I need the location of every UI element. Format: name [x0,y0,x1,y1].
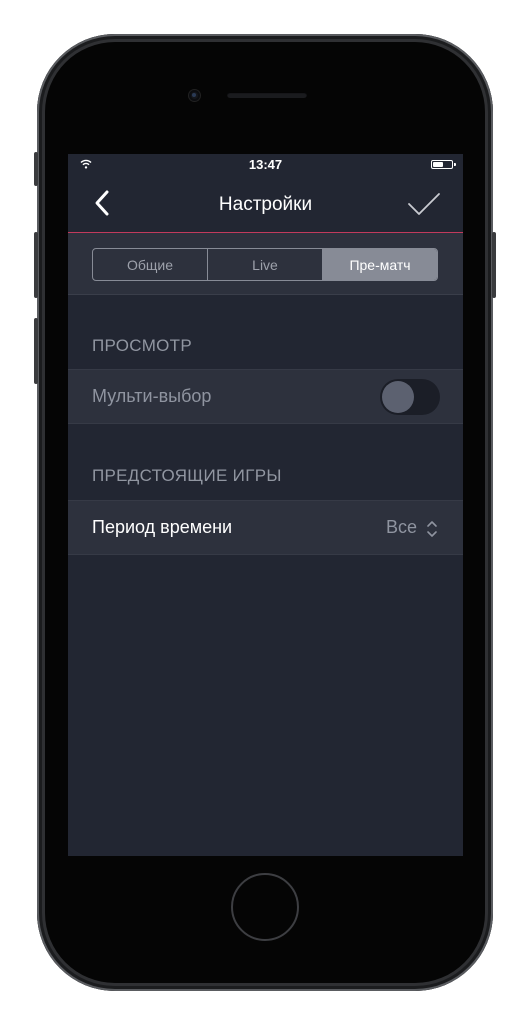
toggle-knob [382,381,414,413]
time-period-value: Все [385,517,417,537]
segmented-control: Общие Live Пре-матч [92,248,438,281]
multi-select-label: Мульти-выбор [92,386,212,406]
section-header-upcoming: ПРЕДСТОЯЩИЕ ИГРЫ [92,466,282,485]
multi-select-toggle[interactable] [380,379,440,415]
status-time: 13:47 [248,157,283,172]
section-header-view: ПРОСМОТР [92,336,193,355]
up-down-chevron-icon [427,521,437,537]
home-button[interactable] [231,873,299,941]
front-camera [189,90,200,101]
multi-select-row: Мульти-выбор [68,369,463,424]
tab-prematch[interactable]: Пре-матч [322,249,437,280]
tab-general[interactable]: Общие [93,249,207,280]
volume-up-button [34,232,38,298]
navigation-bar: Настройки [68,174,463,233]
time-period-row[interactable]: Период времени Все [68,500,463,555]
time-period-label: Период времени [92,517,233,537]
earpiece-speaker [227,92,307,98]
tab-bar-container: Общие Live Пре-матч [68,233,463,295]
status-bar: 13:47 [68,154,463,174]
battery-icon [431,160,456,169]
volume-down-button [34,318,38,384]
page-title: Настройки [218,194,313,215]
power-button [492,232,496,298]
screen: 13:47 Настройки Общие Live Пре-матч ПРОС… [68,154,463,856]
checkmark-icon[interactable] [407,192,441,216]
tab-live[interactable]: Live [207,249,322,280]
mute-switch [34,152,38,186]
